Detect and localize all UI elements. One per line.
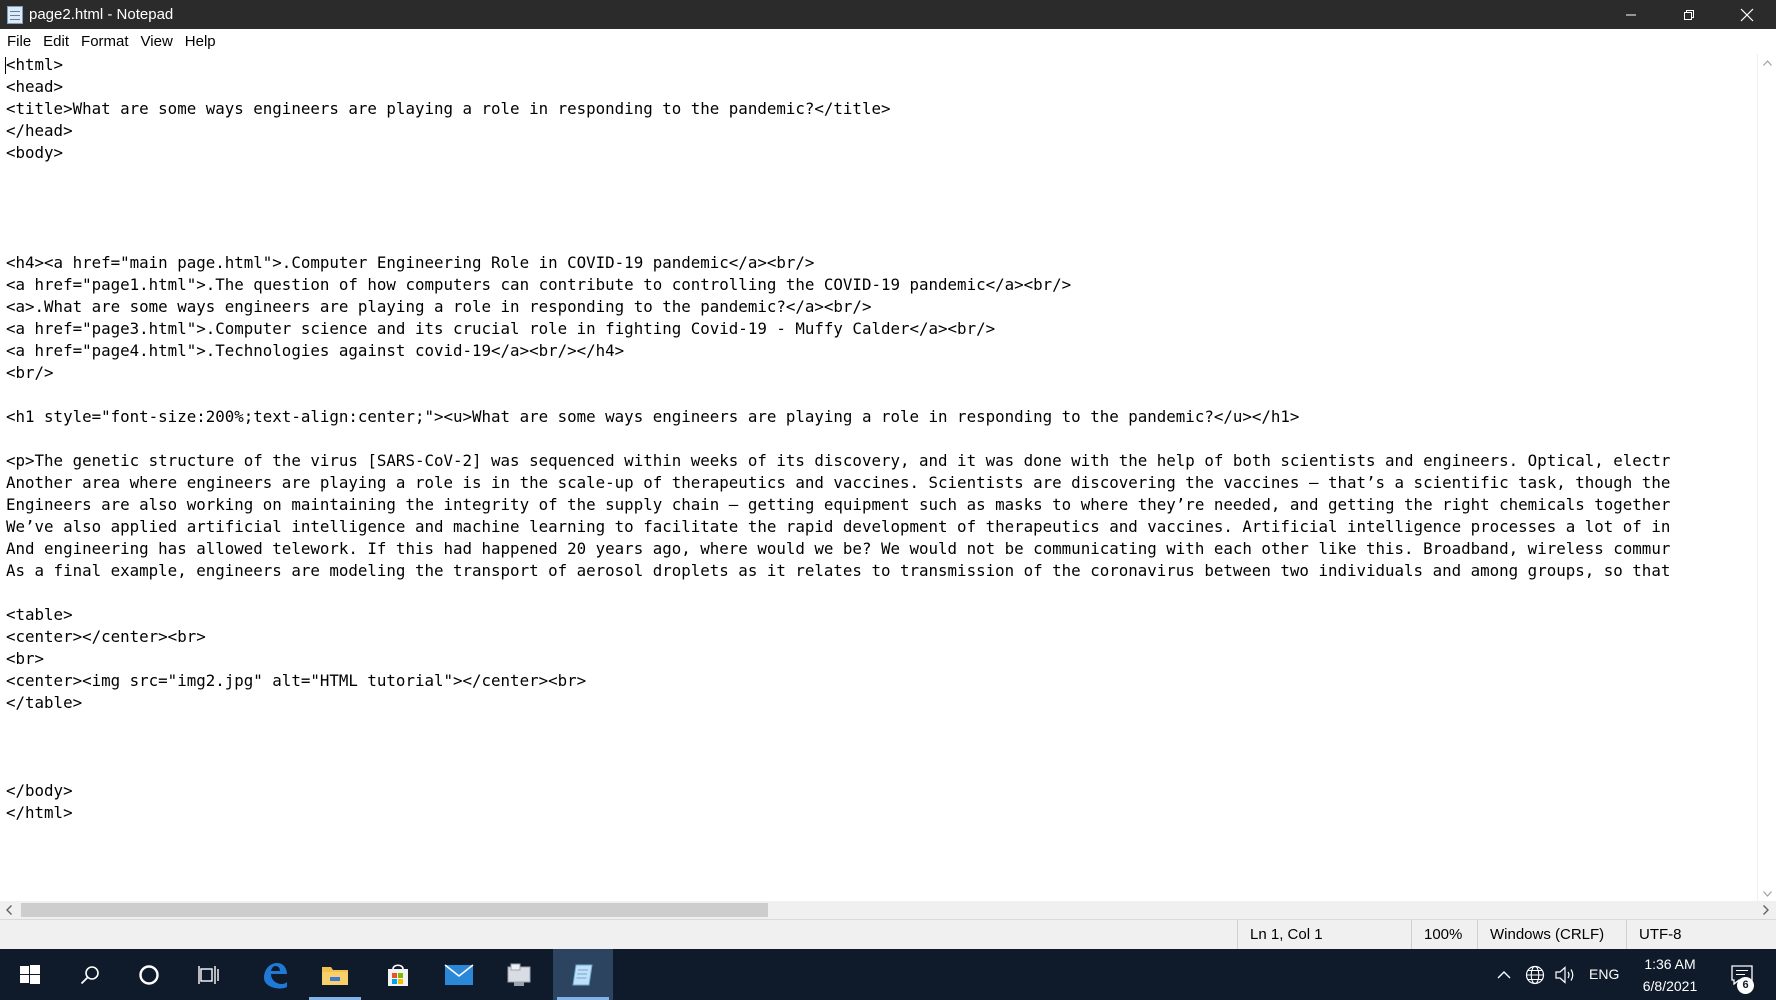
network-button[interactable] [1523,949,1547,1000]
clock-time: 1:36 AM [1644,956,1696,972]
editor-line[interactable] [6,208,1670,230]
scroll-up-icon[interactable] [1763,60,1772,66]
search-icon [80,965,99,984]
task-view-button[interactable] [179,949,239,1000]
editor-line[interactable]: <title>What are some ways engineers are … [6,98,1670,120]
task-view-icon [198,965,219,984]
volume-button[interactable] [1553,949,1579,1000]
notification-count-badge: 6 [1737,977,1754,994]
globe-icon [1525,965,1545,984]
editor-line[interactable]: <center></center><br> [6,626,1670,648]
show-hidden-icons-button[interactable] [1494,949,1514,1000]
taskbar: ENG 1:36 AM 6/8/2021 6 [0,949,1776,1000]
pinned-app-button[interactable] [489,949,549,1000]
chevron-up-icon [1497,971,1511,979]
close-icon [1740,8,1754,21]
clock-date: 6/8/2021 [1642,978,1698,994]
editor-line[interactable]: <body> [6,142,1670,164]
editor-line[interactable]: <p>The genetic structure of the virus [S… [6,450,1670,472]
file-explorer-icon [322,966,348,985]
editor-line[interactable]: And engineering has allowed telework. If… [6,538,1670,560]
editor-content[interactable]: <html> <head> <title>What are some ways en… [6,54,1670,824]
vertical-scrollbar[interactable] [1757,54,1776,901]
zoom-level: 100% [1411,920,1477,949]
scroll-right-icon[interactable] [1763,905,1769,915]
line-ending: Windows (CRLF) [1477,920,1626,949]
editor-line[interactable] [6,714,1670,736]
notepad-taskbar-button[interactable] [553,949,613,1000]
minimize-icon [1626,14,1636,15]
editor-line[interactable] [6,428,1670,450]
file-explorer-button[interactable] [305,949,365,1000]
app-icon [507,963,531,986]
horizontal-scroll-thumb[interactable] [21,903,768,917]
editor-line[interactable]: <a href="page4.html">.Technologies again… [6,340,1670,362]
editor-line[interactable]: Engineers are also working on maintainin… [6,494,1670,516]
status-bar: Ln 1, Col 1 100% Windows (CRLF) UTF-8 [0,919,1776,949]
editor-line[interactable]: <a href="page1.html">.The question of ho… [6,274,1670,296]
speaker-icon [1555,965,1574,984]
minimize-button[interactable] [1602,0,1660,29]
editor-line[interactable]: </table> [6,692,1670,714]
edge-button[interactable] [245,949,305,1000]
window-controls [1602,0,1776,29]
editor-line[interactable]: <a>.What are some ways engineers are pla… [6,296,1670,318]
notepad-icon [572,964,593,985]
mail-button[interactable] [429,949,489,1000]
windows-logo-icon [20,964,40,984]
editor-line[interactable]: </html> [6,802,1670,824]
menu-file[interactable]: File [1,29,37,54]
window-title: page2.html - Notepad [29,6,174,23]
restore-icon [1684,9,1694,20]
menu-edit[interactable]: Edit [37,29,75,54]
editor-line[interactable] [6,384,1670,406]
notepad-icon [7,5,23,24]
cortana-button[interactable] [119,949,179,1000]
editor-line[interactable]: As a final example, engineers are modeli… [6,560,1670,582]
editor-line[interactable]: <head> [6,76,1670,98]
editor-line[interactable]: <a href="page3.html">.Computer science a… [6,318,1670,340]
text-editor[interactable]: <html> <head> <title>What are some ways en… [0,54,1757,901]
editor-line[interactable]: <table> [6,604,1670,626]
title-bar[interactable]: page2.html - Notepad [0,0,1776,29]
store-button[interactable] [368,949,428,1000]
editor-line[interactable] [6,230,1670,252]
editor-line[interactable]: </body> [6,780,1670,802]
editor-line[interactable]: <h1 style="font-size:200%;text-align:cen… [6,406,1670,428]
editor-line[interactable]: Another area where engineers are playing… [6,472,1670,494]
scrollbar-corner [1757,901,1776,919]
editor-line[interactable] [6,736,1670,758]
edge-icon [264,962,287,988]
mail-icon [444,963,474,985]
editor-line[interactable]: <br/> [6,362,1670,384]
cortana-icon [139,964,159,985]
editor-line[interactable]: <h4><a href="main page.html">.Computer E… [6,252,1670,274]
editor-line[interactable]: <br> [6,648,1670,670]
editor-line[interactable]: </head> [6,120,1670,142]
encoding: UTF-8 [1626,920,1776,949]
input-language[interactable]: ENG [1589,966,1619,982]
editor-line[interactable]: <center><img src="img2.jpg" alt="HTML tu… [6,670,1670,692]
menu-format[interactable]: Format [75,29,135,54]
editor-line[interactable] [6,582,1670,604]
menu-bar: File Edit Format View Help [0,29,1776,54]
start-button[interactable] [0,949,60,1000]
restore-button[interactable] [1660,0,1718,29]
horizontal-scrollbar[interactable] [0,901,1757,919]
editor-line[interactable] [6,164,1670,186]
menu-help[interactable]: Help [179,29,222,54]
editor-line[interactable] [6,186,1670,208]
store-icon [388,963,408,986]
close-button[interactable] [1718,0,1776,29]
scroll-left-icon[interactable] [6,905,12,915]
search-button[interactable] [60,949,120,1000]
clock[interactable]: 1:36 AM 6/8/2021 [1620,953,1720,997]
editor-line[interactable]: We’ve also applied artificial intelligen… [6,516,1670,538]
scroll-down-icon[interactable] [1763,891,1772,897]
editor-line[interactable] [6,758,1670,780]
editor-line[interactable]: <html> [6,54,1670,76]
cursor-position: Ln 1, Col 1 [1237,920,1411,949]
menu-view[interactable]: View [135,29,179,54]
